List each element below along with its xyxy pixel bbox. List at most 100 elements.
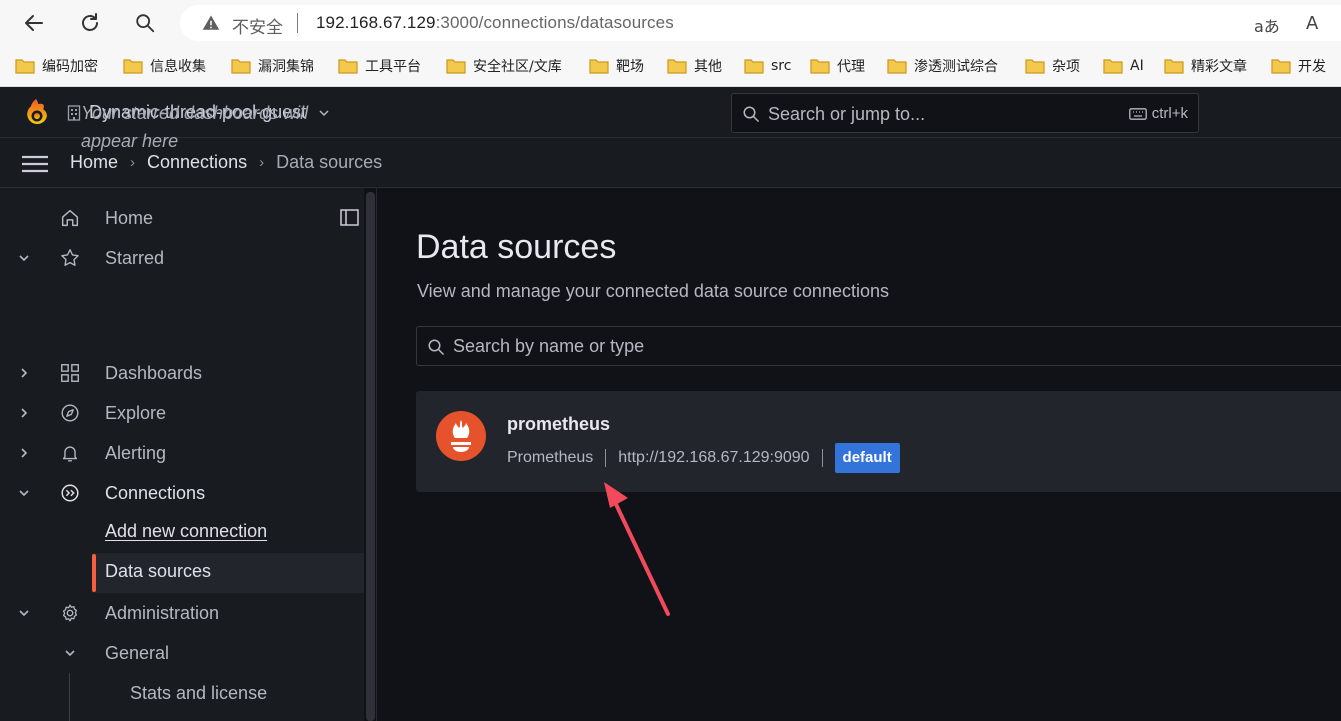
datasource-search-input[interactable]: Search by name or type [416,326,1341,366]
sidebar-item-explore[interactable]: Explore [0,393,364,433]
bookmark-label: 工具平台 [365,59,421,75]
bookmark-label: src [771,58,792,74]
bookmark-folder[interactable]: 代理 [810,56,865,76]
sidebar-item-label: Administration [105,602,220,623]
bookmark-folder[interactable]: 渗透测试综合 [887,56,998,76]
folder-icon [231,58,251,74]
url-text[interactable]: 192.168.67.129:3000/connections/datasour… [316,13,674,33]
sidebar-item-data-sources[interactable]: Data sources [105,561,211,582]
global-search-input[interactable]: Search or jump to... ctrl+k [731,93,1199,133]
search-icon [136,14,155,33]
bookmark-label: 安全社区/文库 [473,59,562,75]
bookmark-folder[interactable]: 编码加密 [15,56,98,76]
bookmark-label: AI [1130,58,1144,74]
sidebar-item-stats-and-license[interactable]: Stats and license [0,673,364,713]
bookmark-label: 靶场 [616,59,644,75]
bookmark-folder[interactable]: AI [1103,56,1144,76]
menu-icon[interactable] [22,155,48,173]
back-arrow-icon [25,15,43,31]
sidebar-item-label: Dashboards [105,362,203,383]
sidebar-item-add-new-connection[interactable]: Add new connection [105,521,267,542]
chevron-down-icon[interactable] [17,251,31,265]
folder-icon [338,58,358,74]
chevron-right-icon[interactable] [17,366,31,380]
page-title: Data sources [416,228,617,266]
folder-icon [744,58,764,74]
search-placeholder: Search or jump to... [768,104,926,124]
default-badge: default [834,443,900,473]
search-shortcut: ctrl+k [1128,105,1188,122]
breadcrumb: Home › Connections › Data sources [70,152,382,173]
folder-icon [667,58,687,74]
bookmark-label: 杂项 [1052,59,1080,75]
sidebar-item-label: Alerting [105,442,167,463]
sidebar-item-label: Connections [105,482,206,503]
search-tab-button[interactable] [131,9,159,37]
bookmark-label: 开发 [1298,59,1326,75]
bookmark-folder[interactable]: 精彩文章 [1164,56,1247,76]
reload-button[interactable] [76,9,104,37]
datasource-name[interactable]: prometheus [507,414,610,435]
sidebar-item-label: Explore [105,402,167,423]
chevron-down-icon[interactable] [17,606,31,620]
datasource-meta: Prometheus http://192.168.67.129:9090 de… [507,443,900,473]
datasource-type: Prometheus [507,449,594,466]
bookmark-label: 漏洞集锦 [258,59,314,75]
connections-icon [61,484,79,502]
chevron-down-icon[interactable] [17,486,31,500]
sidebar-item-label: Stats and license [130,682,268,703]
bookmark-folder[interactable]: 漏洞集锦 [231,56,314,76]
bookmark-folder[interactable]: 工具平台 [338,56,421,76]
bell-icon [62,446,78,462]
bookmark-label: 代理 [837,59,865,75]
bookmark-label: 信息收集 [150,59,206,75]
bookmark-folder[interactable]: 开发 [1271,56,1326,76]
sidebar-item-label: General [105,642,170,663]
cog-icon [62,604,78,622]
datasource-card[interactable] [416,391,1341,492]
font-button[interactable]: A [1306,13,1318,34]
sidebar-item-starred[interactable]: Starred [0,238,364,278]
building-icon [67,104,81,121]
breadcrumb-connections[interactable]: Connections [147,152,247,173]
breadcrumb-current: Data sources [276,152,383,172]
datasource-url: http://192.168.67.129:9090 [618,449,810,466]
bookmark-label: 渗透测试综合 [914,59,998,75]
folder-icon [589,58,609,74]
breadcrumb-home[interactable]: Home [70,152,118,173]
prometheus-logo-icon [435,410,487,462]
breadcrumb-separator: › [130,154,136,171]
meta-separator [821,449,823,467]
url-separator [297,13,298,33]
reload-icon [82,13,98,31]
grafana-logo[interactable] [20,97,52,129]
address-bar[interactable]: 不安全 192.168.67.129:3000/connections/data… [180,5,1341,41]
bookmark-folder[interactable]: 安全社区/文库 [446,56,562,76]
bookmark-folder[interactable]: 其他 [667,56,722,76]
active-indicator [92,554,96,592]
folder-icon [1164,58,1184,74]
chevron-down-icon[interactable] [63,646,77,660]
folder-icon [810,58,830,74]
search-placeholder: Search by name or type [453,336,645,356]
sidebar-item-home[interactable]: Home [0,198,364,238]
read-aloud-button[interactable]: aあ [1254,13,1280,37]
back-button[interactable] [20,9,48,37]
sidebar-item-general[interactable]: General [0,633,364,673]
folder-icon [123,58,143,74]
sidebar-scrollbar[interactable] [366,192,375,721]
bookmark-folder[interactable]: 信息收集 [123,56,206,76]
sidebar-item-alerting[interactable]: Alerting [0,433,364,473]
sidebar-item-administration[interactable]: Administration [0,593,364,633]
sidebar-item-connections[interactable]: Connections [0,473,364,513]
starred-empty-text: Your starred dashboards will appear here [81,103,309,151]
chevron-right-icon[interactable] [17,446,31,460]
insecure-label[interactable]: 不安全 [232,13,283,38]
bookmark-folder[interactable]: src [744,56,791,76]
breadcrumb-separator: › [259,154,265,171]
sidebar-item-label: Home [105,207,154,228]
bookmark-folder[interactable]: 杂项 [1025,56,1080,76]
bookmark-folder[interactable]: 靶场 [589,56,644,76]
chevron-right-icon[interactable] [17,406,31,420]
sidebar-item-dashboards[interactable]: Dashboards [0,353,364,393]
